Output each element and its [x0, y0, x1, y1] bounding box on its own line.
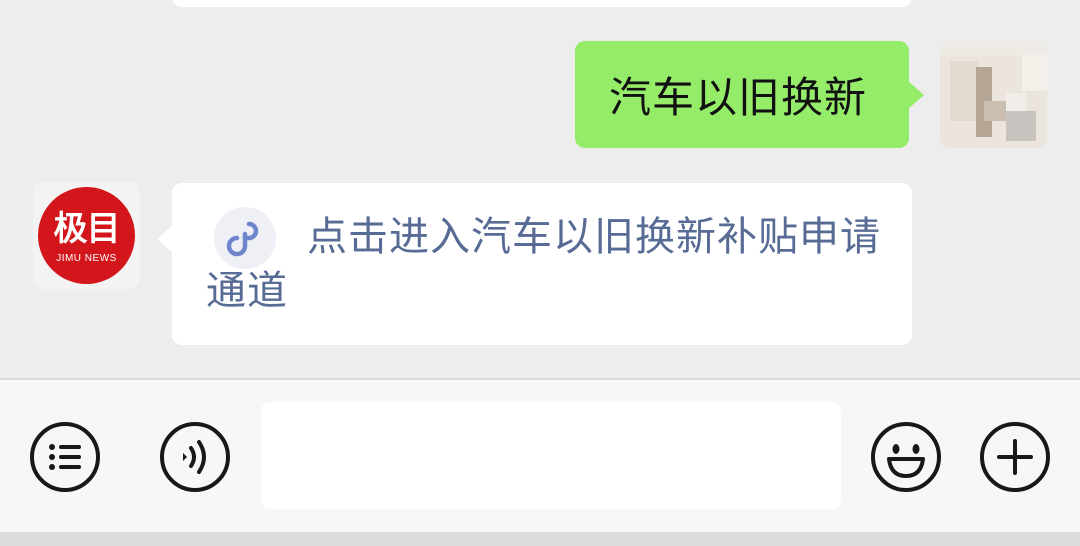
self-avatar[interactable] [940, 41, 1047, 148]
jimu-news-logo: 极目 JIMU NEWS [38, 187, 135, 284]
incoming-message-bubble[interactable]: 点击进入汽车以旧换新补贴申请通道 [157, 183, 912, 345]
plus-icon[interactable] [979, 421, 1051, 493]
outgoing-message-text: 汽车以旧换新 [609, 73, 868, 122]
jimu-logo-subtitle: JIMU NEWS [56, 253, 117, 264]
subsidy-application-link[interactable]: 点击进入汽车以旧换新补贴申请通道 [206, 210, 896, 318]
emoji-icon[interactable] [870, 421, 942, 493]
outgoing-message-bubble[interactable]: 汽车以旧换新 [575, 41, 924, 148]
chat-area: 汽车以旧换新 极目 JIMU NEWS 点击进入汽车以旧换新补贴申请通道 [0, 0, 1080, 378]
previous-message-bubble[interactable] [172, 0, 912, 7]
list-menu-icon[interactable] [29, 421, 101, 493]
bottom-strip [0, 532, 1080, 546]
voice-input-icon[interactable] [159, 421, 231, 493]
jimu-news-avatar[interactable]: 极目 JIMU NEWS [33, 182, 140, 289]
jimu-logo-title: 极目 [53, 209, 121, 249]
message-input[interactable] [261, 402, 841, 509]
